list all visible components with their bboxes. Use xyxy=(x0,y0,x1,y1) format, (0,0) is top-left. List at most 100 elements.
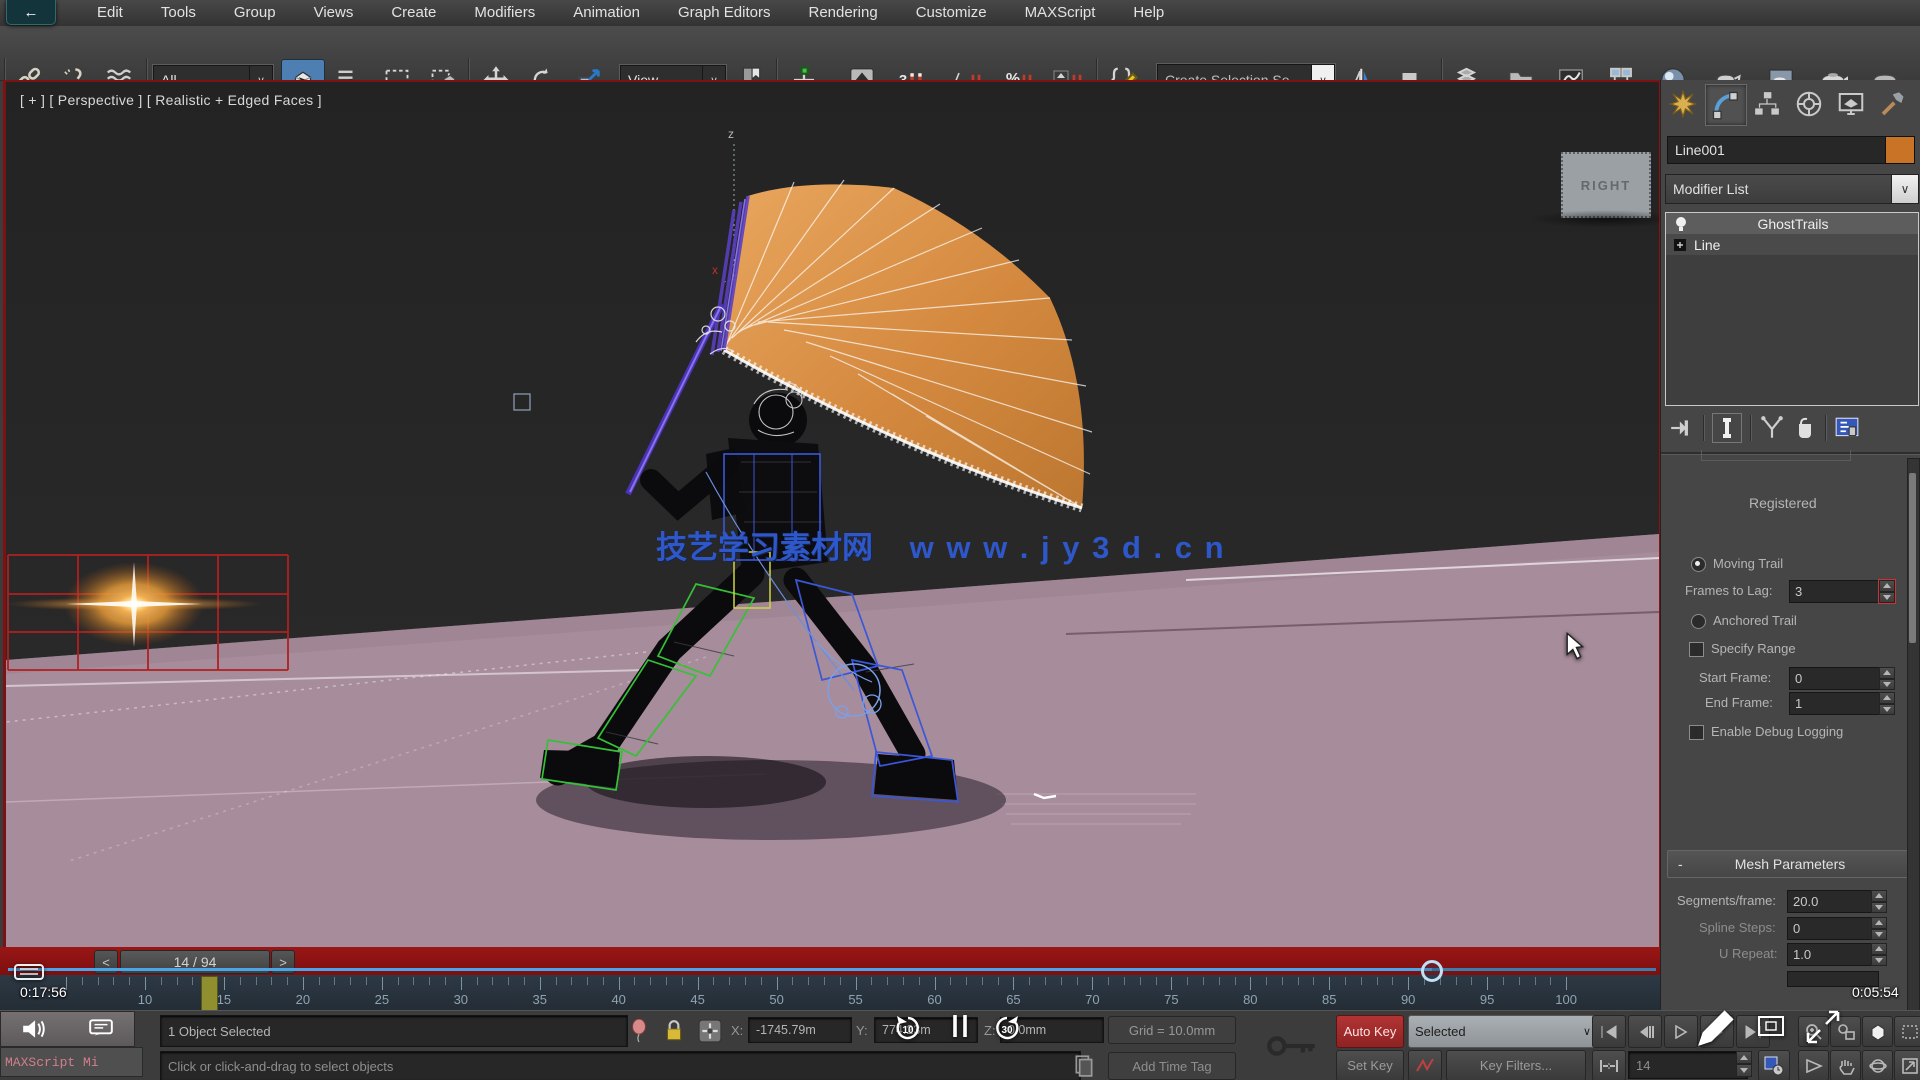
panel-scrollbar-thumb[interactable] xyxy=(1909,473,1916,643)
time-configuration-button[interactable] xyxy=(1758,1050,1790,1080)
spline-steps-field[interactable]: 0 xyxy=(1787,917,1879,940)
spinner-up-icon[interactable] xyxy=(1871,917,1887,929)
spinner-up-icon[interactable] xyxy=(1879,692,1895,704)
set-key-button[interactable]: Set Key xyxy=(1336,1050,1404,1080)
menu-item-help[interactable]: Help xyxy=(1114,0,1183,26)
video-forward-overlay[interactable]: 30 xyxy=(992,1014,1022,1042)
spline-steps-spinner[interactable] xyxy=(1871,917,1887,940)
tab-utilities[interactable] xyxy=(1873,84,1913,124)
menu-item-create[interactable]: Create xyxy=(372,0,455,26)
field-of-view-button[interactable] xyxy=(1798,1050,1829,1080)
object-name-field[interactable]: Line001 xyxy=(1667,136,1895,164)
set-keys-icon[interactable] xyxy=(1266,1033,1318,1059)
stack-item-ghosttrails[interactable]: GhostTrails xyxy=(1666,213,1918,234)
new-key-default-in-out-icon[interactable] xyxy=(1408,1050,1442,1080)
track-bar[interactable]: 101520253035404550556065707580859095100 xyxy=(0,975,1660,1010)
screen-frame-overlay[interactable] xyxy=(1758,1016,1784,1036)
spinner-down-icon[interactable] xyxy=(1879,679,1895,691)
remove-modifier-icon[interactable] xyxy=(1793,416,1817,440)
annotation-pencil-overlay[interactable] xyxy=(1692,1006,1738,1052)
menu-item-maxscript[interactable]: MAXScript xyxy=(1006,0,1115,26)
spinner-down-icon[interactable] xyxy=(1879,704,1895,716)
spinner-up-icon[interactable] xyxy=(1879,667,1895,679)
auto-key-button[interactable]: Auto Key xyxy=(1336,1015,1404,1048)
video-progress-played[interactable] xyxy=(8,968,1432,971)
tab-modify[interactable] xyxy=(1705,84,1747,126)
previous-frame-button[interactable] xyxy=(1628,1015,1662,1048)
start-frame-field[interactable]: 0 xyxy=(1789,667,1887,690)
key-filters-button[interactable]: Key Filters... xyxy=(1446,1050,1586,1080)
tab-hierarchy[interactable] xyxy=(1747,84,1787,124)
tab-display[interactable] xyxy=(1831,84,1871,124)
current-frame-spinner[interactable] xyxy=(1736,1051,1752,1077)
spinner-up-icon[interactable] xyxy=(1736,1051,1752,1064)
maxscript-mini-listener[interactable]: MAXScript Mi xyxy=(0,1047,143,1077)
menu-item-graph-editors[interactable]: Graph Editors xyxy=(659,0,790,26)
expand-plus-icon[interactable] xyxy=(1674,239,1686,251)
key-mode-dropdown[interactable]: Selected ∨ xyxy=(1408,1015,1598,1048)
spinner-down-icon[interactable] xyxy=(1871,929,1887,941)
modifier-list-dropdown[interactable]: Modifier List ∨ xyxy=(1665,174,1919,204)
video-pause-overlay[interactable] xyxy=(952,1013,968,1039)
spinner-down-icon[interactable] xyxy=(1736,1064,1752,1077)
pin-stack-icon[interactable] xyxy=(1669,417,1695,439)
tab-create[interactable] xyxy=(1663,84,1703,124)
menu-item-tools[interactable]: Tools xyxy=(142,0,215,26)
u-repeat-spinner[interactable] xyxy=(1871,943,1887,966)
viewport-label[interactable]: [ + ] [ Perspective ] [ Realistic + Edge… xyxy=(20,92,322,108)
video-back-button[interactable]: ← xyxy=(6,0,56,25)
segments-frame-spinner[interactable] xyxy=(1871,890,1887,913)
enable-debug-logging-checkbox[interactable] xyxy=(1689,725,1704,740)
absolute-offset-toggle-icon[interactable] xyxy=(698,1019,722,1043)
spinner-down-icon[interactable] xyxy=(1871,902,1887,914)
end-frame-field[interactable]: 1 xyxy=(1789,692,1887,715)
resize-arrows-overlay[interactable] xyxy=(1806,1010,1840,1044)
frames-to-lag-field[interactable]: 3 xyxy=(1789,580,1887,603)
video-progress-remaining[interactable] xyxy=(1432,968,1656,971)
stack-item-line[interactable]: Line xyxy=(1666,234,1918,255)
menu-item-animation[interactable]: Animation xyxy=(554,0,659,26)
object-color-swatch[interactable] xyxy=(1885,136,1915,164)
menu-item-group[interactable]: Group xyxy=(215,0,295,26)
add-time-tag[interactable]: Add Time Tag xyxy=(1108,1052,1236,1080)
moving-trail-radio[interactable] xyxy=(1691,557,1706,572)
selection-lock-icon[interactable] xyxy=(664,1019,684,1043)
menu-item-modifiers[interactable]: Modifiers xyxy=(455,0,554,26)
specify-range-checkbox[interactable] xyxy=(1689,642,1704,657)
zoom-extents-button[interactable] xyxy=(1862,1016,1893,1047)
speaker-icon[interactable] xyxy=(21,1018,47,1040)
lightbulb-icon[interactable] xyxy=(1674,216,1688,232)
video-rewind-overlay[interactable]: 10 xyxy=(893,1014,923,1042)
video-scrubber-handle[interactable] xyxy=(1421,960,1443,982)
x-coord-field[interactable]: -1745.79m xyxy=(748,1017,852,1043)
menu-item-views[interactable]: Views xyxy=(295,0,373,26)
anchored-trail-radio[interactable] xyxy=(1691,614,1706,629)
spinner-up-icon[interactable] xyxy=(1871,890,1887,902)
key-mode-toggle-button[interactable] xyxy=(1592,1050,1626,1080)
perspective-viewport[interactable]: z x xyxy=(3,80,1663,949)
u-repeat-field[interactable]: 1.0 xyxy=(1787,943,1879,966)
end-frame-spinner[interactable] xyxy=(1879,692,1895,715)
maximize-viewport-button[interactable] xyxy=(1894,1050,1920,1080)
prompt-macro-icon[interactable] xyxy=(88,1018,114,1040)
panel-scrollbar[interactable] xyxy=(1907,458,1920,1012)
balloon-help-icon[interactable] xyxy=(630,1019,648,1043)
time-tag-clipboard-icon[interactable] xyxy=(1074,1053,1094,1077)
configure-modifier-sets-icon[interactable] xyxy=(1834,416,1860,440)
current-frame-marker[interactable] xyxy=(201,976,218,1011)
menu-item-edit[interactable]: Edit xyxy=(78,0,142,26)
spinner-up-icon[interactable] xyxy=(1879,580,1895,592)
zoom-region-button[interactable] xyxy=(1894,1016,1920,1047)
spinner-up-icon[interactable] xyxy=(1871,943,1887,955)
make-unique-icon[interactable] xyxy=(1759,416,1785,440)
start-frame-spinner[interactable] xyxy=(1879,667,1895,690)
current-frame-field[interactable]: 14 xyxy=(1628,1051,1748,1079)
orbit-button[interactable] xyxy=(1862,1050,1893,1080)
tab-motion[interactable] xyxy=(1789,84,1829,124)
collapse-icon[interactable]: - xyxy=(1678,856,1692,872)
menu-item-rendering[interactable]: Rendering xyxy=(789,0,896,26)
mesh-parameters-rollout-header[interactable]: - Mesh Parameters xyxy=(1667,850,1913,878)
spinner-down-icon[interactable] xyxy=(1879,592,1895,604)
spinner-down-icon[interactable] xyxy=(1871,955,1887,967)
segments-frame-field[interactable]: 20.0 xyxy=(1787,890,1879,913)
